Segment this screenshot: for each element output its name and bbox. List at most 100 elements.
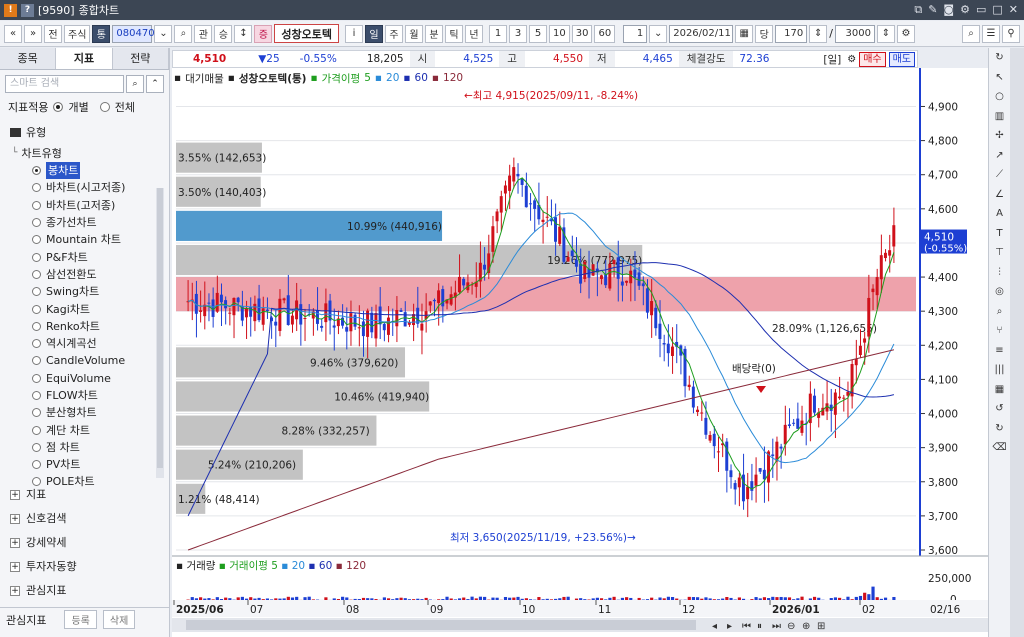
period-week-tab[interactable]: 주 — [385, 24, 404, 43]
maximize-icon[interactable]: □ — [992, 3, 1002, 17]
chart-type-radio[interactable] — [32, 269, 41, 279]
chart-type-item[interactable]: 삼선전환도 — [4, 266, 156, 283]
sell-button[interactable]: 매도 — [888, 51, 915, 67]
fib-icon[interactable]: ≡ — [989, 341, 1010, 361]
chart-type-item[interactable]: EquiVolume — [4, 370, 156, 387]
chart-type-radio[interactable] — [32, 166, 41, 176]
date-input[interactable]: 2026/02/11 — [669, 24, 734, 43]
chart-type-radio[interactable] — [32, 442, 41, 452]
tab-strategies[interactable]: 전략 — [112, 48, 169, 69]
search-icon[interactable]: ⌕ — [126, 75, 144, 93]
chart-type-item[interactable]: Mountain 차트 — [4, 231, 156, 248]
link-icon[interactable]: ⧉ — [914, 3, 922, 17]
chart-type-item[interactable]: P&F차트 — [4, 248, 156, 265]
chart-type-radio[interactable] — [32, 391, 41, 400]
chart-type-radio[interactable] — [32, 183, 41, 193]
gwan-button[interactable]: 관 — [194, 24, 213, 43]
count-spin-icon[interactable]: ⇕ — [809, 24, 828, 43]
undo-icon[interactable]: ↺ — [989, 399, 1010, 419]
interval-10[interactable]: 10 — [549, 24, 570, 43]
period-day-tab[interactable]: 일 — [365, 24, 384, 43]
market-button[interactable]: 주식 — [64, 24, 91, 43]
nav-next-button[interactable]: » — [24, 24, 42, 43]
period-year-tab[interactable]: 년 — [465, 24, 484, 43]
chart-type-radio[interactable] — [32, 287, 41, 297]
chart-type-radio[interactable] — [32, 304, 41, 314]
list-icon[interactable]: ☰ — [982, 24, 1000, 43]
delete-button[interactable]: 삭제 — [102, 610, 136, 629]
price-chart[interactable]: 3,600 3,700 3,800 3,900 4,000 4,100 4,200 4,300… — [172, 68, 988, 637]
chart-type-item[interactable]: Renko차트 — [4, 318, 156, 335]
group-indicators[interactable]: + 지표 — [10, 484, 46, 506]
chart-type-item[interactable]: CandleVolume — [4, 352, 156, 369]
collapse-icon[interactable]: ⌃ — [146, 75, 164, 93]
group-strength[interactable]: + 강세약세 — [10, 532, 66, 554]
chart-icon[interactable]: ▥ — [989, 107, 1010, 127]
zoom-icon[interactable]: ◎ — [989, 282, 1010, 302]
total-input[interactable]: 3000 — [834, 24, 875, 43]
erase-icon[interactable]: ⌫ — [989, 438, 1010, 458]
register-button[interactable]: 등록 — [64, 610, 97, 629]
chart-type-item[interactable]: 바차트(고저종) — [4, 197, 156, 214]
chart-type-item[interactable]: Swing차트 — [4, 283, 156, 300]
cursor-icon[interactable]: ↖ — [989, 68, 1010, 88]
interval-3[interactable]: 3 — [509, 24, 528, 43]
chart-type-radio[interactable] — [32, 408, 41, 418]
subgroup-chart-types[interactable]: └ 차트유형 — [12, 144, 62, 161]
chart-type-item[interactable]: 계단 차트 — [4, 421, 156, 438]
interval-input[interactable]: 1 — [623, 24, 648, 43]
quote-settings-icon[interactable]: ⚙ — [847, 54, 856, 65]
scroll-icon[interactable]: ↕ — [234, 24, 253, 43]
stock-code-input[interactable]: 080470 — [112, 24, 155, 43]
chart-type-radio[interactable] — [32, 218, 41, 228]
interval-60[interactable]: 60 — [594, 24, 616, 43]
calendar-icon[interactable]: ▦ — [735, 24, 754, 43]
trend-icon[interactable]: ↗ — [989, 146, 1010, 166]
chart-type-item[interactable]: 역시계곡선 — [4, 335, 156, 352]
chart-type-item[interactable]: 점 차트 — [4, 439, 156, 456]
jeon-button[interactable]: 전 — [44, 24, 62, 43]
chart-type-radio[interactable] — [32, 339, 41, 349]
crosshair-icon[interactable]: ✢ — [989, 126, 1010, 146]
interval-1[interactable]: 1 — [489, 24, 508, 43]
chart-type-radio[interactable] — [32, 356, 41, 366]
close-icon[interactable]: ✕ — [1009, 3, 1018, 17]
period-minute-tab[interactable]: 분 — [425, 24, 444, 43]
refresh-icon[interactable]: ↻ — [989, 48, 1010, 68]
tree-scrollbar[interactable] — [156, 188, 164, 478]
note-icon[interactable]: ✎ — [928, 3, 937, 17]
auto-icon[interactable]: A — [989, 204, 1010, 224]
chart-type-item[interactable]: PV차트 — [4, 456, 156, 473]
tab-stocks[interactable]: 종목 — [0, 48, 57, 69]
code-dropdown-icon[interactable]: ⌄ — [154, 24, 173, 43]
line-icon[interactable]: ⟋ — [989, 165, 1010, 185]
tab-indicators[interactable]: 지표 — [56, 48, 113, 69]
bars-icon[interactable]: ||| — [989, 360, 1010, 380]
count-input[interactable]: 170 — [775, 24, 808, 43]
tong-button[interactable]: 통 — [92, 24, 111, 43]
chart-type-item[interactable]: Kagi차트 — [4, 300, 156, 317]
chart-type-radio[interactable] — [32, 321, 41, 331]
chart-type-radio[interactable] — [32, 373, 41, 383]
circle-icon[interactable]: ○ — [989, 87, 1010, 107]
smart-search-input[interactable]: 스마트 검색 — [5, 75, 124, 93]
text-icon[interactable]: T — [989, 224, 1010, 244]
chart-type-item[interactable]: 분산형차트 — [4, 404, 156, 421]
period-month-tab[interactable]: 월 — [405, 24, 424, 43]
candle-icon[interactable]: ⫶ — [989, 263, 1010, 283]
interval-dropdown-icon[interactable]: ⌄ — [649, 24, 668, 43]
info-button[interactable]: i — [345, 24, 364, 43]
apply-settings-icon[interactable]: ⚙ — [896, 24, 915, 43]
chart-type-item[interactable]: 종가선차트 — [4, 214, 156, 231]
pin-icon[interactable]: ⚲ — [1002, 24, 1020, 43]
camera-icon[interactable]: ◙ — [943, 3, 954, 17]
help-icon[interactable]: ? — [21, 3, 34, 17]
interval-30[interactable]: 30 — [571, 24, 593, 43]
dang-icon[interactable]: 당 — [755, 24, 774, 43]
chart-type-item[interactable]: FLOW차트 — [4, 387, 156, 404]
minimize-icon[interactable]: ▭ — [976, 3, 986, 17]
group-favorites[interactable]: + 관심지표 — [10, 580, 66, 602]
angle-icon[interactable]: ∠ — [989, 185, 1010, 205]
interval-5[interactable]: 5 — [529, 24, 548, 43]
total-spin-icon[interactable]: ⇕ — [876, 24, 895, 43]
